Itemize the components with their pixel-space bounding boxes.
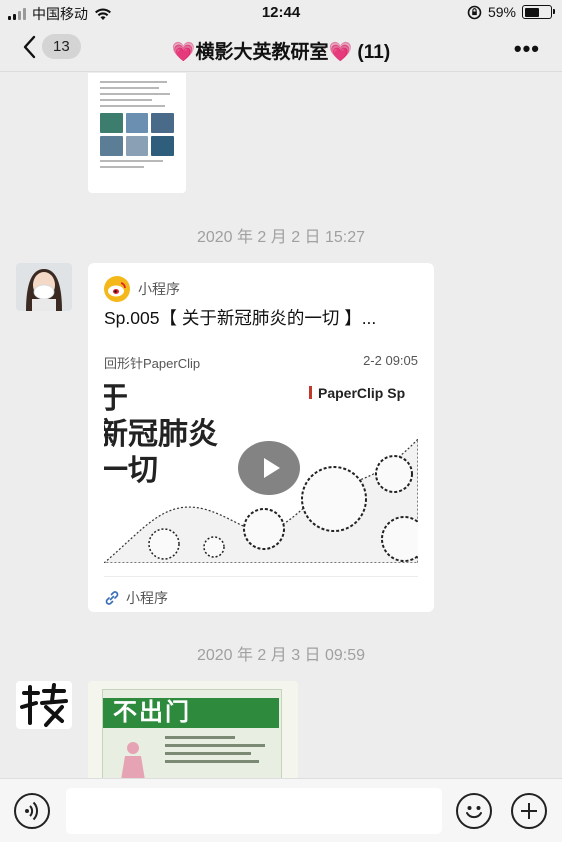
card-title: Sp.005【 关于新冠肺炎的一切 】... [104,308,377,328]
card-date: 2-2 09:05 [363,353,418,368]
photo-thumbnails [100,113,174,156]
cover-brand: PaperClip Sp [309,385,405,401]
status-bar: 中国移动 12:44 59% [0,0,562,26]
card-footer-label: 小程序 [126,590,168,606]
mini-program-card[interactable]: 小程序 Sp.005【 关于新冠肺炎的一切 】... 回形针PaperClip … [88,263,434,612]
card-app-label: 小程序 [138,281,180,297]
card-meta: 回形针PaperClip 2-2 09:05 [104,353,418,372]
voice-button[interactable] [14,793,50,829]
image-message[interactable]: 不出门 [88,681,298,778]
message-input[interactable] [66,788,442,834]
message-list[interactable]: 2020 年 2 月 2 日 15:27 小程序 Sp.005【 关于新冠肺炎的… [0,73,562,778]
cover-headline: 于 新冠肺炎 一切 [104,381,218,488]
emoji-icon [466,806,482,819]
plus-button[interactable] [511,793,547,829]
image-message-partial[interactable] [88,73,186,193]
calligraphy-avatar [20,683,68,727]
battery-percent: 59% [487,4,516,20]
voice-icon [25,801,38,821]
play-button[interactable] [238,441,300,495]
card-header: 小程序 [104,276,180,302]
status-right: 59% [467,4,555,20]
emoji-button[interactable] [456,793,492,829]
avatar[interactable] [16,681,72,729]
orientation-lock-icon [467,5,482,19]
avatar[interactable] [16,263,72,311]
weibo-logo-icon [104,276,130,302]
link-icon [105,591,119,605]
avatar-photo [16,263,72,311]
input-bar [0,778,562,842]
chat-header: 13 💗横影大英教研室💗 (11) ••• [0,26,562,72]
card-author: 回形针PaperClip [104,356,201,371]
document-thumbnail [100,81,174,107]
card-footer: 小程序 [104,576,418,608]
more-button[interactable]: ••• [514,36,540,62]
video-cover[interactable]: 于 新冠肺炎 一切 PaperClip Sp [104,379,418,563]
medicine-box-image: 不出门 [102,689,282,778]
more-dots-icon: ••• [513,36,540,61]
battery-icon [522,5,555,19]
image-caption: 不出门 [103,698,279,728]
timestamp: 2020 年 2 月 3 日 09:59 [196,647,366,664]
chat-title: 💗横影大英教研室💗 (11) [171,42,391,63]
timestamp: 2020 年 2 月 2 日 15:27 [196,229,366,246]
